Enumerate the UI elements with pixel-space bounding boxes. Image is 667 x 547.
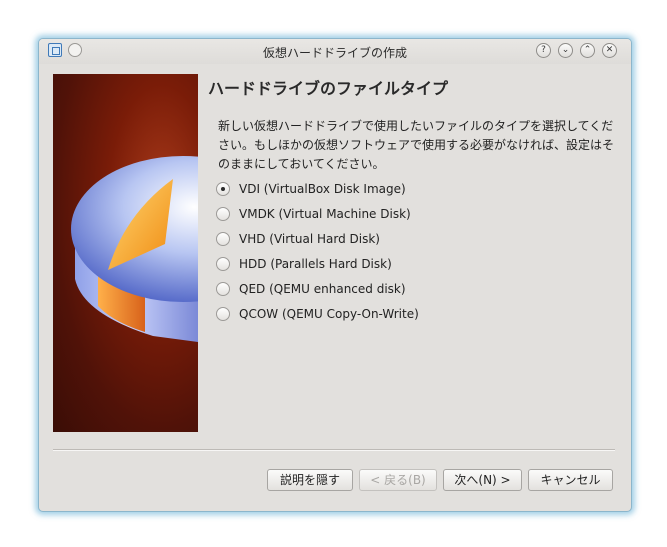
back-button[interactable]: < 戻る(B) xyxy=(359,469,437,491)
maximize-icon[interactable]: ⌃ xyxy=(580,43,595,58)
option-label: VHD (Virtual Hard Disk) xyxy=(239,232,380,246)
footer-separator xyxy=(53,449,615,451)
radio-button[interactable] xyxy=(216,257,230,271)
hard-disk-illustration xyxy=(71,156,198,342)
next-button[interactable]: 次へ(N) > xyxy=(443,469,522,491)
radio-button[interactable] xyxy=(216,207,230,221)
title-bar[interactable]: 仮想ハードドライブの作成 ? ⌄ ⌃ ✕ xyxy=(39,39,631,64)
option-label: VMDK (Virtual Machine Disk) xyxy=(239,207,411,221)
hide-description-button[interactable]: 説明を隠す xyxy=(267,469,353,491)
page-heading: ハードドライブのファイルタイプ xyxy=(208,79,449,98)
page-description: 新しい仮想ハードドライブで使用したいファイルのタイプを選択してください。もしほか… xyxy=(218,119,615,171)
radio-button[interactable] xyxy=(216,232,230,246)
close-icon[interactable]: ✕ xyxy=(602,43,617,58)
option-label: HDD (Parallels Hard Disk) xyxy=(239,257,392,271)
wizard-banner-image xyxy=(53,74,198,432)
radio-button[interactable] xyxy=(216,282,230,296)
radio-button[interactable] xyxy=(216,182,230,196)
option-label: QED (QEMU enhanced disk) xyxy=(239,282,406,296)
cancel-button[interactable]: キャンセル xyxy=(528,469,613,491)
minimize-icon[interactable]: ⌄ xyxy=(558,43,573,58)
help-icon[interactable]: ? xyxy=(536,43,551,58)
create-virtual-hard-drive-dialog: 仮想ハードドライブの作成 ? ⌄ ⌃ ✕ ハードドライブのファイルタイプ 新しい… xyxy=(38,38,632,512)
radio-button[interactable] xyxy=(216,307,230,321)
option-label: QCOW (QEMU Copy-On-Write) xyxy=(239,307,419,321)
option-label: VDI (VirtualBox Disk Image) xyxy=(239,182,406,196)
